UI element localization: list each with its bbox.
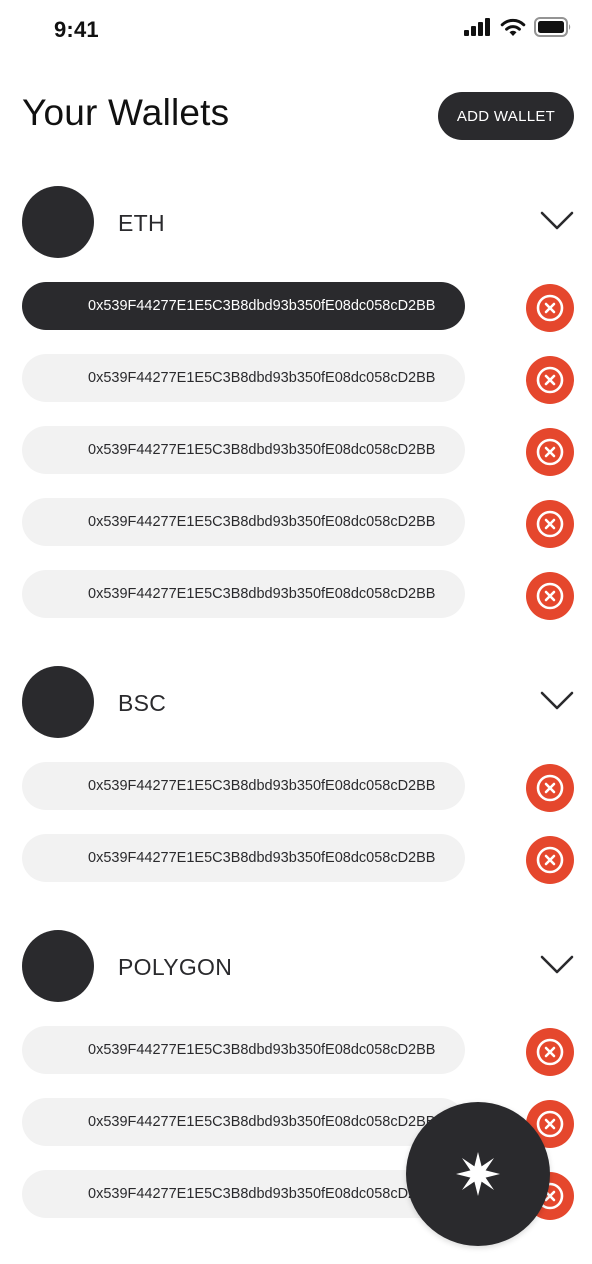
status-icons (464, 17, 572, 37)
wallet-address[interactable]: 0x539F44277E1E5C3B8dbd93b350fE08dc058cD2… (22, 834, 465, 882)
wallet-address[interactable]: 0x539F44277E1E5C3B8dbd93b350fE08dc058cD2… (22, 570, 465, 618)
page-title: Your Wallets (22, 92, 230, 133)
remove-wallet-button[interactable] (526, 836, 574, 884)
wallet-address[interactable]: 0x539F44277E1E5C3B8dbd93b350fE08dc058cD2… (22, 1170, 465, 1218)
remove-wallet-button[interactable] (526, 764, 574, 812)
wallet-address[interactable]: 0x539F44277E1E5C3B8dbd93b350fE08dc058cD2… (22, 1026, 465, 1074)
close-circle-icon (536, 846, 564, 874)
close-circle-icon (536, 510, 564, 538)
chevron-down-icon[interactable] (540, 690, 574, 712)
close-circle-icon (536, 582, 564, 610)
cellular-signal-icon (464, 18, 492, 36)
chain-avatar (22, 186, 94, 258)
chain-name: POLYGON (118, 954, 233, 980)
chain-section-eth: ETH 0x539F44277E1E5C3B8dbd93b350fE08dc05… (0, 186, 592, 642)
close-circle-icon (536, 1110, 564, 1138)
wallet-address[interactable]: 0x539F44277E1E5C3B8dbd93b350fE08dc058cD2… (22, 1098, 465, 1146)
wallet-row: 0x539F44277E1E5C3B8dbd93b350fE08dc058cD2… (0, 426, 592, 476)
chain-avatar (22, 930, 94, 1002)
close-circle-icon (536, 774, 564, 802)
wallet-address[interactable]: 0x539F44277E1E5C3B8dbd93b350fE08dc058cD2… (22, 354, 465, 402)
wifi-icon (500, 18, 526, 37)
chevron-down-icon[interactable] (540, 954, 574, 976)
wallet-row: 0x539F44277E1E5C3B8dbd93b350fE08dc058cD2… (0, 1026, 592, 1076)
remove-wallet-button[interactable] (526, 356, 574, 404)
wallet-row: 0x539F44277E1E5C3B8dbd93b350fE08dc058cD2… (0, 354, 592, 404)
wallet-address[interactable]: 0x539F44277E1E5C3B8dbd93b350fE08dc058cD2… (22, 282, 465, 330)
chain-header: BSC (0, 666, 592, 738)
close-circle-icon (536, 1038, 564, 1066)
chain-name: BSC (118, 690, 167, 716)
chain-section-bsc: BSC 0x539F44277E1E5C3B8dbd93b350fE08dc05… (0, 666, 592, 906)
wallet-row: 0x539F44277E1E5C3B8dbd93b350fE08dc058cD2… (0, 762, 592, 812)
add-wallet-button[interactable]: ADD WALLET (438, 92, 574, 140)
remove-wallet-button[interactable] (526, 428, 574, 476)
wallet-row: 0x539F44277E1E5C3B8dbd93b350fE08dc058cD2… (0, 834, 592, 884)
wallet-address[interactable]: 0x539F44277E1E5C3B8dbd93b350fE08dc058cD2… (22, 426, 465, 474)
close-circle-icon (536, 438, 564, 466)
fab-button[interactable] (406, 1102, 550, 1246)
remove-wallet-button[interactable] (526, 500, 574, 548)
chain-header: POLYGON (0, 930, 592, 1002)
chain-header: ETH (0, 186, 592, 258)
battery-icon (534, 17, 572, 37)
close-circle-icon (536, 366, 564, 394)
status-bar: 9:41 (0, 0, 592, 60)
chain-name: ETH (118, 210, 165, 236)
sparkle-star-icon (456, 1152, 500, 1196)
wallet-list: 0x539F44277E1E5C3B8dbd93b350fE08dc058cD2… (0, 282, 592, 620)
wallet-address[interactable]: 0x539F44277E1E5C3B8dbd93b350fE08dc058cD2… (22, 762, 465, 810)
wallet-address[interactable]: 0x539F44277E1E5C3B8dbd93b350fE08dc058cD2… (22, 498, 465, 546)
status-time: 9:41 (54, 17, 99, 42)
close-circle-icon (536, 294, 564, 322)
chevron-down-icon[interactable] (540, 210, 574, 232)
chain-avatar (22, 666, 94, 738)
remove-wallet-button[interactable] (526, 1028, 574, 1076)
remove-wallet-button[interactable] (526, 572, 574, 620)
wallet-list: 0x539F44277E1E5C3B8dbd93b350fE08dc058cD2… (0, 762, 592, 884)
remove-wallet-button[interactable] (526, 284, 574, 332)
wallet-row: 0x539F44277E1E5C3B8dbd93b350fE08dc058cD2… (0, 498, 592, 548)
wallet-row: 0x539F44277E1E5C3B8dbd93b350fE08dc058cD2… (0, 282, 592, 332)
wallet-row: 0x539F44277E1E5C3B8dbd93b350fE08dc058cD2… (0, 570, 592, 620)
